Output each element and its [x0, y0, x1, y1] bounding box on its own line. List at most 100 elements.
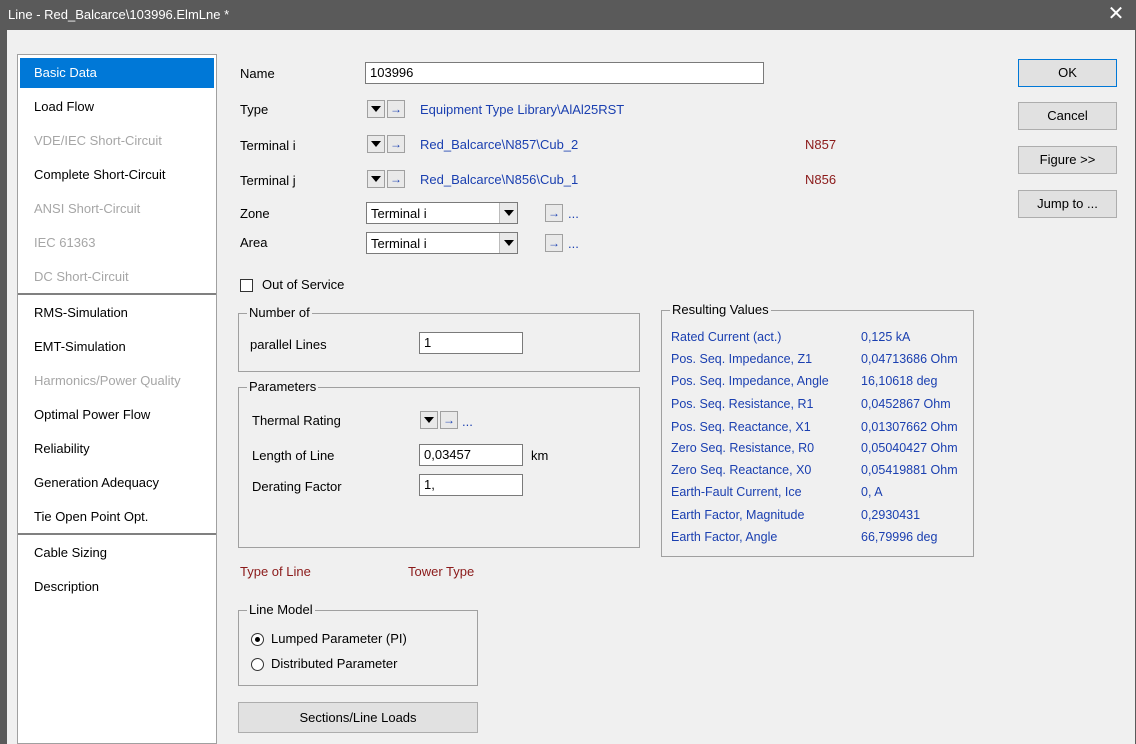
sidebar-item-load-flow[interactable]: Load Flow: [20, 92, 214, 122]
zone-select-value: Terminal i: [371, 206, 427, 221]
sidebar-item-optimal-power-flow[interactable]: Optimal Power Flow: [20, 400, 214, 430]
cancel-button[interactable]: Cancel: [1018, 102, 1117, 130]
derating-factor-label: Derating Factor: [252, 479, 342, 494]
sidebar-item-cable-sizing[interactable]: Cable Sizing: [20, 538, 214, 568]
type-link[interactable]: Equipment Type Library\AlAl25RST: [420, 102, 624, 117]
length-of-line-label: Length of Line: [252, 448, 335, 463]
sidebar-item-description[interactable]: Description: [20, 572, 214, 602]
result-label: Pos. Seq. Reactance, X1: [671, 420, 811, 434]
sidebar-item-basic-data[interactable]: Basic Data: [20, 58, 214, 88]
terminal-j-select-button[interactable]: [367, 170, 385, 188]
window-title: Line - Red_Balcarce\103996.ElmLne *: [8, 7, 230, 22]
sidebar-item-vde-iec-short-circuit[interactable]: VDE/IEC Short-Circuit: [20, 126, 214, 156]
name-label: Name: [240, 66, 275, 81]
terminal-i-link[interactable]: Red_Balcarce\N857\Cub_2: [420, 137, 578, 152]
arrow-right-icon: →: [443, 413, 455, 427]
result-value: 0,2930431: [861, 508, 921, 522]
terminal-j-node: N856: [805, 172, 837, 187]
sidebar-item-tie-open-point-opt[interactable]: Tie Open Point Opt.: [20, 502, 214, 532]
sidebar-item-emt-simulation[interactable]: EMT-Simulation: [20, 332, 214, 362]
sidebar-item-harmonics-power-quality[interactable]: Harmonics/Power Quality: [20, 366, 214, 396]
thermal-rating-jump-button[interactable]: →: [440, 411, 458, 429]
parameters-group: Parameters: [238, 379, 640, 548]
parallel-lines-label: parallel Lines: [250, 337, 327, 352]
type-select-button[interactable]: [367, 100, 385, 118]
result-value: 0,125 kA: [861, 330, 911, 344]
terminal-j-jump-button[interactable]: →: [387, 170, 405, 188]
close-icon[interactable]: ✕: [1096, 0, 1136, 30]
distributed-parameter-label: Distributed Parameter: [271, 656, 398, 671]
sidebar-item-iec-61363[interactable]: IEC 61363: [20, 228, 214, 258]
result-label: Earth Factor, Angle: [671, 530, 778, 544]
sections-line-loads-button[interactable]: Sections/Line Loads: [238, 702, 478, 733]
sidebar-item-reliability[interactable]: Reliability: [20, 434, 214, 464]
area-jump-button[interactable]: →: [545, 234, 563, 252]
length-of-line-input[interactable]: 0,03457: [419, 444, 523, 466]
zone-label: Zone: [240, 206, 270, 221]
terminal-j-label: Terminal j: [240, 173, 296, 188]
result-label: Rated Current (act.): [671, 330, 782, 344]
arrow-right-icon: →: [390, 102, 402, 116]
result-value: 0,05419881 Ohm: [861, 463, 958, 477]
result-label: Pos. Seq. Impedance, Z1: [671, 352, 813, 366]
thermal-rating-label: Thermal Rating: [252, 413, 341, 428]
line-model-group-label: Line Model: [247, 602, 315, 617]
out-of-service-checkbox[interactable]: [240, 279, 253, 292]
thermal-rating-ellipsis[interactable]: ...: [462, 414, 473, 429]
result-value: 16,10618 deg: [861, 374, 938, 388]
arrow-right-icon: →: [548, 206, 560, 220]
result-label: Earth Factor, Magnitude: [671, 508, 805, 522]
type-jump-button[interactable]: →: [387, 100, 405, 118]
result-value: 0,05040427 Ohm: [861, 441, 958, 455]
result-label: Earth-Fault Current, Ice: [671, 485, 802, 499]
jump-to-button[interactable]: Jump to ...: [1018, 190, 1117, 218]
zone-ellipsis[interactable]: ...: [568, 206, 579, 221]
figure-button[interactable]: Figure >>: [1018, 146, 1117, 174]
area-select-value: Terminal i: [371, 236, 427, 251]
length-unit: km: [531, 448, 549, 463]
type-label: Type: [240, 102, 269, 117]
result-value: 0,01307662 Ohm: [861, 420, 958, 434]
result-label: Pos. Seq. Resistance, R1: [671, 397, 814, 411]
terminal-i-select-button[interactable]: [367, 135, 385, 153]
chevron-down-icon: [499, 233, 517, 253]
dropdown-triangle-icon: [371, 176, 381, 182]
number-of-group-label: Number of: [247, 305, 312, 320]
lumped-parameter-label: Lumped Parameter (PI): [271, 631, 407, 646]
sidebar-item-generation-adequacy[interactable]: Generation Adequacy: [20, 468, 214, 498]
title-bar: Line - Red_Balcarce\103996.ElmLne * ✕: [0, 0, 1136, 30]
arrow-right-icon: →: [390, 137, 402, 151]
zone-select[interactable]: Terminal i: [366, 202, 518, 224]
terminal-i-node: N857: [805, 137, 837, 152]
terminal-i-jump-button[interactable]: →: [387, 135, 405, 153]
result-label: Zero Seq. Reactance, X0: [671, 463, 812, 477]
zone-jump-button[interactable]: →: [545, 204, 563, 222]
parameters-group-label: Parameters: [247, 379, 319, 394]
result-label: Pos. Seq. Impedance, Angle: [671, 374, 829, 388]
derating-factor-input[interactable]: 1,: [419, 474, 523, 496]
sidebar-item-complete-short-circuit[interactable]: Complete Short-Circuit: [20, 160, 214, 190]
lumped-parameter-radio[interactable]: [251, 633, 264, 646]
parallel-lines-input[interactable]: 1: [419, 332, 523, 354]
ok-button[interactable]: OK: [1018, 59, 1117, 87]
arrow-right-icon: →: [390, 172, 402, 186]
terminal-j-link[interactable]: Red_Balcarce\N856\Cub_1: [420, 172, 578, 187]
resulting-values-group-label: Resulting Values: [670, 302, 771, 317]
sidebar-item-ansi-short-circuit[interactable]: ANSI Short-Circuit: [20, 194, 214, 224]
name-input[interactable]: 103996: [365, 62, 764, 84]
dropdown-triangle-icon: [424, 417, 434, 423]
sidebar-item-rms-simulation[interactable]: RMS-Simulation: [20, 298, 214, 328]
line-model-group: Line Model: [238, 602, 478, 686]
type-of-line-label: Type of Line: [240, 564, 311, 579]
area-ellipsis[interactable]: ...: [568, 236, 579, 251]
sidebar-item-dc-short-circuit[interactable]: DC Short-Circuit: [20, 262, 214, 292]
distributed-parameter-radio[interactable]: [251, 658, 264, 671]
sidebar-separator: [18, 293, 216, 295]
out-of-service-label: Out of Service: [262, 277, 345, 292]
sidebar-separator: [18, 533, 216, 535]
thermal-rating-select-button[interactable]: [420, 411, 438, 429]
arrow-right-icon: →: [548, 236, 560, 250]
area-select[interactable]: Terminal i: [366, 232, 518, 254]
dropdown-triangle-icon: [371, 141, 381, 147]
result-value: 66,79996 deg: [861, 530, 938, 544]
